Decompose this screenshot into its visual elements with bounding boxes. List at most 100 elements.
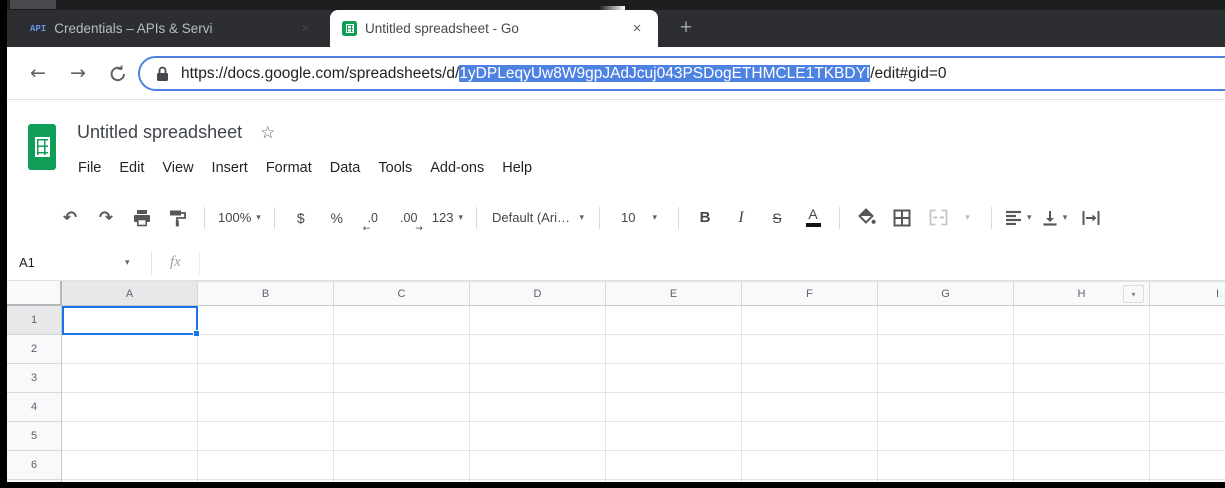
menu-tools[interactable]: Tools [369, 157, 421, 179]
fill-handle[interactable] [193, 330, 200, 337]
back-icon[interactable]: ← [25, 61, 51, 87]
paint-format-icon[interactable] [165, 205, 191, 231]
text-color-button[interactable]: A [800, 205, 826, 231]
tab-credentials[interactable]: API Credentials – APIs & Servi × [20, 10, 325, 47]
fill-color-icon[interactable] [853, 205, 879, 231]
document-title[interactable]: Untitled spreadsheet [77, 122, 242, 143]
cell[interactable] [334, 335, 470, 364]
cell[interactable] [606, 451, 742, 480]
cell[interactable] [606, 393, 742, 422]
merge-cells-dropdown[interactable]: ▾ [952, 205, 978, 231]
cell-a1-selected[interactable] [62, 306, 198, 335]
cell[interactable] [1014, 451, 1150, 480]
font-size-select[interactable]: 10▾ [613, 205, 665, 231]
zoom-select[interactable]: 100%▾ [218, 205, 261, 231]
redo-icon[interactable]: ↷ [93, 205, 119, 231]
cell[interactable] [1150, 451, 1225, 480]
increase-decimal-button[interactable]: .00→ [396, 205, 422, 231]
row-header-2[interactable]: 2 [7, 335, 62, 364]
cell[interactable] [334, 306, 470, 335]
new-tab-button[interactable]: + [672, 14, 700, 42]
cell[interactable] [1150, 422, 1225, 451]
name-box[interactable]: A1 [7, 255, 125, 270]
column-header-h[interactable]: H ▾ [1014, 281, 1150, 306]
cell[interactable] [606, 335, 742, 364]
cell[interactable] [878, 422, 1014, 451]
column-header-g[interactable]: G [878, 281, 1014, 306]
text-wrap-icon[interactable] [1078, 205, 1104, 231]
menu-edit[interactable]: Edit [110, 157, 153, 179]
reload-icon[interactable] [105, 61, 131, 87]
cell[interactable] [62, 451, 198, 480]
cell[interactable] [198, 393, 334, 422]
menu-help[interactable]: Help [493, 157, 541, 179]
row-header-4[interactable]: 4 [7, 393, 62, 422]
cell[interactable] [62, 364, 198, 393]
column-header-e[interactable]: E [606, 281, 742, 306]
strikethrough-button[interactable]: S [764, 205, 790, 231]
bold-button[interactable]: B [692, 205, 718, 231]
close-icon[interactable]: × [297, 20, 315, 37]
forward-icon[interactable]: → [65, 61, 91, 87]
menu-data[interactable]: Data [321, 157, 370, 179]
cell[interactable] [878, 393, 1014, 422]
cell[interactable] [606, 422, 742, 451]
column-header-f[interactable]: F [742, 281, 878, 306]
cell[interactable] [1150, 393, 1225, 422]
cell[interactable] [606, 306, 742, 335]
menu-insert[interactable]: Insert [203, 157, 257, 179]
cell[interactable] [606, 364, 742, 393]
url-text[interactable]: https://docs.google.com/spreadsheets/d/1… [181, 65, 947, 83]
cell[interactable] [742, 451, 878, 480]
cell[interactable] [334, 422, 470, 451]
cell[interactable] [470, 422, 606, 451]
cell[interactable] [470, 451, 606, 480]
cell[interactable] [62, 422, 198, 451]
cell[interactable] [198, 335, 334, 364]
cell[interactable] [1014, 393, 1150, 422]
merge-cells-icon[interactable] [925, 205, 951, 231]
column-header-d[interactable]: D [470, 281, 606, 306]
format-percent-button[interactable]: % [324, 205, 350, 231]
italic-button[interactable]: I [728, 205, 754, 231]
row-header-5[interactable]: 5 [7, 422, 62, 451]
vertical-align-icon[interactable]: ▾ [1042, 205, 1068, 231]
cell[interactable] [1150, 335, 1225, 364]
cell[interactable] [1014, 335, 1150, 364]
cell[interactable] [1150, 364, 1225, 393]
cell[interactable] [334, 451, 470, 480]
menu-format[interactable]: Format [257, 157, 321, 179]
chevron-down-icon[interactable]: ▾ [125, 258, 151, 268]
column-h-dropdown[interactable]: ▾ [1123, 285, 1144, 303]
row-header-3[interactable]: 3 [7, 364, 62, 393]
cell[interactable] [334, 393, 470, 422]
print-icon[interactable] [129, 205, 155, 231]
row-header-1[interactable]: 1 [7, 306, 62, 335]
undo-icon[interactable]: ↶ [57, 205, 83, 231]
omnibox[interactable]: https://docs.google.com/spreadsheets/d/1… [138, 56, 1225, 91]
cell[interactable] [742, 422, 878, 451]
decrease-decimal-button[interactable]: .0← [360, 205, 386, 231]
format-currency-button[interactable]: $ [288, 205, 314, 231]
cell[interactable] [198, 364, 334, 393]
column-header-a[interactable]: A [62, 281, 198, 306]
cell[interactable] [334, 364, 470, 393]
cell[interactable] [1014, 422, 1150, 451]
cell[interactable] [470, 364, 606, 393]
cell[interactable] [742, 393, 878, 422]
cell[interactable] [198, 422, 334, 451]
cell[interactable] [742, 306, 878, 335]
cell[interactable] [742, 364, 878, 393]
cell[interactable] [742, 335, 878, 364]
cell[interactable] [878, 335, 1014, 364]
cell[interactable] [1150, 306, 1225, 335]
google-sheets-logo-icon[interactable] [28, 124, 56, 170]
column-header-c[interactable]: C [334, 281, 470, 306]
cell[interactable] [1014, 306, 1150, 335]
menu-file[interactable]: File [69, 157, 110, 179]
cell[interactable] [62, 393, 198, 422]
menu-view[interactable]: View [153, 157, 202, 179]
tab-spreadsheet[interactable]: Untitled spreadsheet - Go × [330, 10, 658, 47]
cell[interactable] [470, 393, 606, 422]
cell[interactable] [198, 306, 334, 335]
